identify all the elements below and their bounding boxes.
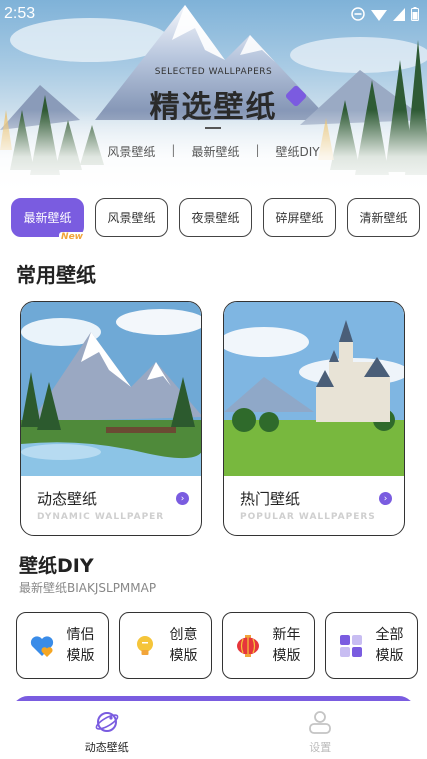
battery-icon bbox=[411, 7, 419, 21]
lantern-icon bbox=[236, 634, 259, 657]
tab-night[interactable]: 夜景壁纸 bbox=[179, 198, 252, 237]
chevron-right-icon: › bbox=[379, 492, 392, 505]
nav-settings[interactable]: 设置 bbox=[214, 701, 427, 759]
lightbulb-icon bbox=[136, 635, 153, 655]
hero-link-latest[interactable]: 最新壁纸 bbox=[191, 143, 239, 160]
nav-label: 动态壁纸 bbox=[84, 741, 129, 754]
tab-landscape[interactable]: 风景壁纸 bbox=[95, 198, 168, 237]
hero-links: 风景壁纸 | 最新壁纸 | 壁纸DIY bbox=[0, 143, 427, 160]
status-time: 2:53 bbox=[4, 5, 36, 22]
diy-templates: 情侣模版 创意模版 新年模版 全部模版 bbox=[16, 612, 418, 679]
status-bar: 2:53 bbox=[0, 0, 427, 28]
tab-latest[interactable]: 最新壁纸 New bbox=[11, 198, 85, 242]
castle-image bbox=[224, 302, 404, 476]
diy-newyear-template[interactable]: 新年模版 bbox=[222, 612, 315, 679]
nav-dynamic-wallpaper[interactable]: 动态壁纸 bbox=[0, 701, 214, 759]
hero-link-separator: | bbox=[255, 143, 260, 157]
heart-icon bbox=[30, 635, 53, 657]
bottom-navigation: 动态壁纸 设置 bbox=[0, 701, 427, 759]
hero-title: 精选壁纸 bbox=[149, 90, 278, 125]
dnd-icon bbox=[351, 7, 365, 21]
diy-creative-template[interactable]: 创意模版 bbox=[119, 612, 212, 679]
section-title-common: 常用壁纸 bbox=[16, 263, 96, 287]
nav-label: 设置 bbox=[309, 741, 332, 754]
card-subtitle: POPULAR WALLPAPERS bbox=[240, 512, 376, 522]
card-title: 动态壁纸 bbox=[37, 490, 98, 508]
tab-label: 清新壁纸 bbox=[359, 211, 408, 225]
tab-fresh[interactable]: 清新壁纸 bbox=[347, 198, 420, 237]
tab-broken-screen[interactable]: 碎屏壁纸 bbox=[263, 198, 336, 237]
diy-item-label: 全部模版 bbox=[375, 626, 404, 664]
signal-icon bbox=[393, 7, 405, 21]
mountain-lake-image bbox=[21, 302, 201, 476]
person-icon bbox=[309, 711, 332, 734]
tab-label: 夜景壁纸 bbox=[191, 211, 240, 225]
diy-item-label: 情侣模版 bbox=[66, 626, 95, 664]
section-subtitle-diy: 最新壁纸BIAKJSLPMMAP bbox=[19, 581, 157, 595]
tab-label: 风景壁纸 bbox=[107, 211, 156, 225]
hero-link-landscape[interactable]: 风景壁纸 bbox=[107, 143, 155, 160]
card-popular-wallpaper[interactable]: 热门壁纸 POPULAR WALLPAPERS › bbox=[223, 301, 405, 536]
new-badge: New bbox=[59, 232, 85, 242]
status-icons bbox=[351, 7, 419, 21]
hero-link-separator: | bbox=[171, 143, 176, 157]
chevron-right-icon: › bbox=[176, 492, 189, 505]
diy-all-templates[interactable]: 全部模版 bbox=[325, 612, 418, 679]
planet-icon bbox=[95, 712, 119, 732]
card-subtitle: DYNAMIC WALLPAPER bbox=[37, 512, 165, 522]
hero-link-diy[interactable]: 壁纸DIY bbox=[276, 143, 320, 160]
tab-label: 最新壁纸 bbox=[23, 211, 72, 225]
diy-item-label: 创意模版 bbox=[169, 626, 198, 664]
hero-subtitle: SELECTED WALLPAPERS bbox=[154, 67, 273, 77]
card-title: 热门壁纸 bbox=[240, 490, 301, 508]
section-title-diy: 壁纸DIY bbox=[19, 555, 94, 577]
wifi-icon bbox=[371, 9, 387, 21]
diy-item-label: 新年模版 bbox=[272, 626, 301, 664]
card-dynamic-wallpaper[interactable]: 动态壁纸 DYNAMIC WALLPAPER › bbox=[20, 301, 202, 536]
grid-icon bbox=[339, 634, 362, 657]
hero-underline bbox=[205, 127, 221, 129]
diy-couple-template[interactable]: 情侣模版 bbox=[16, 612, 109, 679]
category-tabs: 最新壁纸 New 风景壁纸 夜景壁纸 碎屏壁纸 清新壁纸 bbox=[11, 198, 420, 242]
tab-label: 碎屏壁纸 bbox=[275, 211, 324, 225]
